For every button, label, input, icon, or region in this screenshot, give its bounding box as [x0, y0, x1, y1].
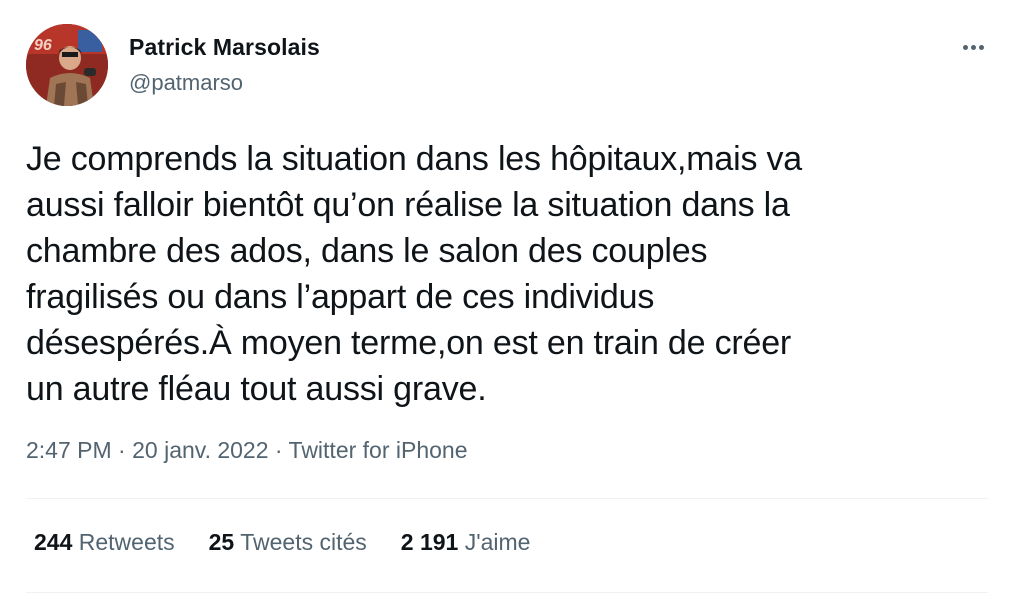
tweet-text: Je comprends la situation dans les hôpit… — [26, 140, 803, 408]
engagement-stats: 244 Retweets 25 Tweets cités 2 191 J'aim… — [34, 529, 564, 556]
dot — [970, 44, 976, 50]
author-display-name[interactable]: Patrick Marsolais — [129, 34, 320, 61]
quotes-label: Tweets cités — [240, 529, 367, 555]
avatar-image: 96 — [26, 24, 108, 106]
tweet-card: 96 Patrick Marsolais @patmarso Je compre… — [0, 0, 1028, 594]
quotes-count: 25 — [208, 529, 235, 555]
likes-count: 2 191 — [400, 529, 459, 555]
retweets-count: 244 — [34, 529, 73, 555]
retweets-label: Retweets — [78, 529, 175, 555]
tweet-source[interactable]: Twitter for iPhone — [289, 437, 468, 463]
divider — [26, 592, 988, 593]
likes-stat[interactable]: 2 191 J'aime — [401, 529, 531, 556]
dot — [978, 44, 984, 50]
dot — [962, 44, 968, 50]
svg-text:96: 96 — [34, 37, 52, 54]
divider — [26, 498, 988, 499]
tweet-time[interactable]: 2:47 PM — [26, 437, 112, 463]
likes-label: J'aime — [464, 529, 531, 555]
avatar[interactable]: 96 — [26, 24, 108, 106]
tweet-date[interactable]: 20 janv. 2022 — [132, 437, 268, 463]
tweet-metadata: 2:47 PM · 20 janv. 2022 · Twitter for iP… — [26, 437, 468, 464]
more-options-icon[interactable] — [956, 30, 990, 64]
quote-tweets-stat[interactable]: 25 Tweets cités — [209, 529, 367, 556]
retweets-stat[interactable]: 244 Retweets — [34, 529, 175, 556]
meta-separator: · — [111, 437, 133, 463]
meta-separator: · — [268, 437, 289, 463]
author-handle[interactable]: @patmarso — [129, 70, 243, 96]
